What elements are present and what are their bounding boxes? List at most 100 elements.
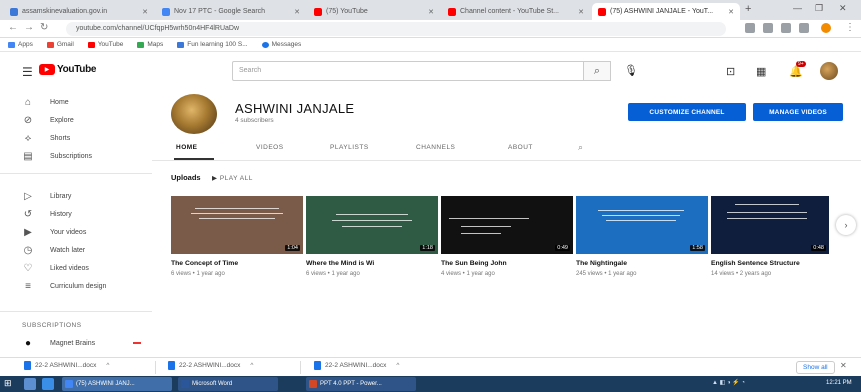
- apps-grid-icon[interactable]: ▦: [756, 65, 766, 78]
- video-duration: 0:49: [555, 245, 570, 251]
- video-thumbnail[interactable]: 0:49: [441, 196, 573, 254]
- download-item[interactable]: 22-2 ASHWINI...docx ^: [168, 361, 253, 370]
- tab-close-icon[interactable]: ✕: [138, 8, 148, 16]
- video-title[interactable]: The Concept of Time: [171, 260, 303, 267]
- sidebar: ⌂ Home ⊘ Explore ⟡ Shorts ▤ Subscriptions ▷ L…: [0, 89, 152, 357]
- sidebar-item-label: Magnet Brains: [50, 339, 96, 347]
- video-title[interactable]: Where the Mind is Wi: [306, 260, 438, 267]
- minimize-icon[interactable]: —: [793, 3, 802, 13]
- extensions-icon[interactable]: [799, 23, 809, 33]
- sidebar-item-liked-videos[interactable]: ♡ Liked videos: [0, 259, 152, 277]
- browser-tab-active[interactable]: (75) ASHWINI JANJALE - YouT... ✕: [592, 3, 740, 20]
- account-avatar[interactable]: [820, 62, 838, 80]
- video-card[interactable]: 0:49 The Sun Being John 4 views • 1 year…: [441, 196, 573, 277]
- video-title[interactable]: The Sun Being John: [441, 260, 573, 267]
- translate-icon[interactable]: [763, 23, 773, 33]
- file-explorer-icon[interactable]: [24, 378, 36, 390]
- messages-icon: [261, 41, 269, 48]
- sidebar-item-home[interactable]: ⌂ Home: [0, 93, 152, 111]
- tab-channels[interactable]: CHANNELS: [416, 144, 455, 151]
- search-button[interactable]: ⌕: [583, 61, 611, 81]
- browser-tab[interactable]: Nov 17 PTC - Google Search ✕: [156, 3, 306, 20]
- video-thumbnail[interactable]: 1:04: [171, 196, 303, 254]
- create-video-icon[interactable]: ⊡: [726, 65, 735, 78]
- tab-about[interactable]: ABOUT: [508, 144, 533, 151]
- taskbar-task[interactable]: PPT 4.0 PPT - Power...: [306, 377, 416, 391]
- sidebar-item-history[interactable]: ↺ History: [0, 205, 152, 223]
- browser-tab[interactable]: Channel content - YouTube St... ✕: [442, 3, 590, 20]
- share-icon[interactable]: [745, 23, 755, 33]
- sidebar-item-library[interactable]: ▷ Library: [0, 187, 152, 205]
- forward-icon[interactable]: →: [24, 22, 34, 33]
- bookmark-item[interactable]: Messages: [261, 41, 301, 48]
- play-all-button[interactable]: ▶ PLAY ALL: [212, 174, 253, 182]
- reload-icon[interactable]: ↻: [40, 22, 48, 33]
- tab-favicon-icon: [598, 7, 606, 16]
- sidebar-item-label: History: [50, 210, 72, 218]
- youtube-icon: [87, 41, 95, 48]
- video-card[interactable]: 1:18 Where the Mind is Wi 6 views • 1 ye…: [306, 196, 438, 277]
- taskbar-task[interactable]: (75) ASHWINI JANJ...: [62, 377, 172, 391]
- bookmark-item[interactable]: Apps: [8, 41, 33, 48]
- bookmark-item[interactable]: Maps: [137, 41, 163, 48]
- bookmark-item[interactable]: YouTube: [87, 41, 123, 48]
- windows-start-icon[interactable]: ⊞: [4, 378, 18, 390]
- tab-videos[interactable]: VIDEOS: [256, 144, 284, 151]
- back-icon[interactable]: ←: [8, 22, 18, 33]
- video-card[interactable]: 1:58 The Nightingale 245 views • 1 year …: [576, 196, 708, 277]
- tab-close-icon[interactable]: ✕: [724, 8, 734, 16]
- sidebar-item-watch-later[interactable]: ◷ Watch later: [0, 241, 152, 259]
- tab-close-icon[interactable]: ✕: [290, 8, 300, 16]
- video-card[interactable]: 0:48 English Sentence Structure 14 views…: [711, 196, 829, 277]
- tab-favicon-icon: [162, 7, 170, 16]
- channel-search-icon[interactable]: ⌕: [578, 142, 583, 153]
- sidebar-item-explore[interactable]: ⊘ Explore: [0, 111, 152, 129]
- youtube-logo[interactable]: ▶ YouTube: [39, 64, 97, 75]
- menu-icon[interactable]: ☰: [22, 65, 33, 79]
- browser-tab[interactable]: (75) YouTube ✕: [308, 3, 440, 20]
- chevron-up-icon[interactable]: ^: [106, 362, 109, 369]
- tab-close-icon[interactable]: ✕: [424, 8, 434, 16]
- tab-close-icon[interactable]: ✕: [574, 8, 584, 16]
- system-tray-icons[interactable]: ▲ ◧ ◑ ⚡ ◔: [712, 379, 745, 386]
- sidebar-subscription-item[interactable]: ● Magnet Brains: [0, 334, 152, 352]
- browser-icon[interactable]: [42, 378, 54, 390]
- taskbar-task[interactable]: Microsoft Word: [178, 377, 278, 391]
- video-thumbnail[interactable]: 0:48: [711, 196, 829, 254]
- sidebar-divider: [0, 173, 152, 174]
- channel-avatar: [171, 94, 217, 134]
- url-field[interactable]: youtube.com/channel/UCfqpH5wrh50n4HF4lRU…: [66, 22, 726, 36]
- download-item[interactable]: 22-2 ASHWINI...docx ^: [314, 361, 399, 370]
- sidebar-item-playlist[interactable]: ≡ Curriculum design: [0, 277, 152, 295]
- microphone-icon[interactable]: 🎙: [624, 64, 638, 77]
- sidebar-item-shorts[interactable]: ⟡ Shorts: [0, 129, 152, 147]
- sidebar-item-subscriptions[interactable]: ▤ Subscriptions: [0, 147, 152, 165]
- video-card[interactable]: 1:04 The Concept of Time 6 views • 1 yea…: [171, 196, 303, 277]
- video-thumbnail[interactable]: 1:58: [576, 196, 708, 254]
- tab-playlists[interactable]: PLAYLISTS: [330, 144, 369, 151]
- bookmark-star-icon[interactable]: [781, 23, 791, 33]
- new-tab-button[interactable]: +: [745, 3, 751, 15]
- maximize-icon[interactable]: ❐: [815, 3, 823, 14]
- bookmark-item[interactable]: Gmail: [46, 41, 74, 48]
- browser-menu-icon[interactable]: ⋮: [845, 22, 855, 33]
- profile-icon[interactable]: [821, 23, 831, 33]
- download-item[interactable]: 22-2 ASHWINI...docx ^: [24, 361, 109, 370]
- sidebar-item-your-videos[interactable]: ▶ Your videos: [0, 223, 152, 241]
- logo-text: YouTube: [57, 64, 97, 75]
- browser-tab[interactable]: assamskinevaluation.gov.in ✕: [4, 3, 154, 20]
- search-input[interactable]: Search: [232, 61, 584, 81]
- window-close-icon[interactable]: ✕: [839, 3, 847, 14]
- chevron-up-icon[interactable]: ^: [396, 362, 399, 369]
- customize-channel-button[interactable]: CUSTOMIZE CHANNEL: [628, 103, 746, 121]
- video-title[interactable]: English Sentence Structure: [711, 260, 829, 267]
- bookmark-item[interactable]: Fun learning 100 S...: [177, 41, 248, 48]
- video-title[interactable]: The Nightingale: [576, 260, 708, 267]
- video-thumbnail[interactable]: 1:18: [306, 196, 438, 254]
- carousel-next-button[interactable]: ›: [836, 215, 856, 235]
- close-downloads-icon[interactable]: ✕: [840, 361, 847, 370]
- tab-home[interactable]: HOME: [176, 144, 198, 151]
- chevron-up-icon[interactable]: ^: [250, 362, 253, 369]
- manage-videos-button[interactable]: MANAGE VIDEOS: [753, 103, 843, 121]
- show-all-downloads-button[interactable]: Show all: [796, 361, 835, 374]
